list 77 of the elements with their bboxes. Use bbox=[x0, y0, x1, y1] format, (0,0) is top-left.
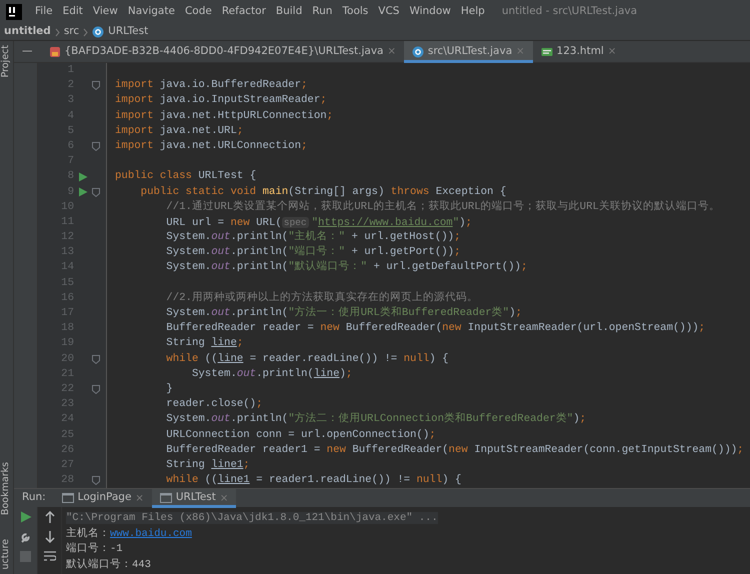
code-line: //2.用两种或两种以上的方法获取真实存在的网页上的源代码。 bbox=[165, 290, 478, 306]
menu-item[interactable]: Tools bbox=[337, 4, 374, 20]
console-icon bbox=[160, 493, 172, 503]
html-file-icon bbox=[540, 46, 553, 58]
code-line: while ((line1 = reader1.readLine()) != null) { bbox=[165, 473, 462, 488]
code-line: import java.net.URL; bbox=[114, 124, 244, 139]
code-line: System.out.println("主机名：" + url.getHost()); bbox=[165, 230, 460, 245]
code-line: System.out.println(line); bbox=[190, 366, 352, 382]
menu-item[interactable]: Edit bbox=[58, 4, 88, 20]
code-line: public class URLTest { bbox=[114, 169, 256, 184]
tool-window-tab[interactable]: ucture bbox=[0, 539, 14, 570]
editor-tab[interactable]: {BAFD3ADE-B32B-4406-8DD0-4FD942E07E4E}\URLTest.java × bbox=[40, 40, 404, 62]
menu-item[interactable]: File bbox=[30, 4, 58, 20]
code-line: URLConnection conn = url.openConnection(); bbox=[165, 428, 436, 442]
fold-icon[interactable] bbox=[92, 81, 100, 90]
editor-tab[interactable]: 123.html × bbox=[532, 40, 624, 62]
code-line: BufferedReader reader = new BufferedReader(new InputStreamReader(url.openStream())); bbox=[165, 321, 706, 336]
menu-item[interactable]: Window bbox=[404, 4, 456, 20]
code-line: System.out.println("默认端口号：" + url.getDefaultPort()); bbox=[165, 260, 528, 276]
code-line: reader.close(); bbox=[165, 397, 263, 412]
run-tab[interactable]: URLTest × bbox=[152, 488, 236, 508]
code-line: import java.net.HttpURLConnection; bbox=[114, 108, 334, 124]
console-line: 主机名： bbox=[66, 528, 110, 540]
console-icon bbox=[62, 493, 74, 503]
fold-icon[interactable] bbox=[92, 385, 100, 394]
code-line: String line1; bbox=[165, 458, 250, 473]
fold-icon[interactable] bbox=[92, 354, 100, 364]
menu-item[interactable]: Run bbox=[307, 4, 338, 20]
code-line: System.out.println("端口号：" + url.getPort()); bbox=[165, 245, 460, 260]
menu-item[interactable]: View bbox=[88, 4, 123, 20]
code-line: System.out.println("方法一：使用URL类和BufferedReader类"); bbox=[165, 306, 522, 321]
code-line: BufferedReader reader1 = new BufferedReader(new InputStreamReader(conn.getInputStream())); bbox=[165, 442, 744, 458]
tool-window-tab[interactable]: Project bbox=[0, 45, 14, 78]
tool-window-tab[interactable]: Bookmarks bbox=[0, 462, 14, 516]
code-line: import java.io.BufferedReader; bbox=[114, 78, 308, 94]
console-line: 默认端口号：443 bbox=[66, 558, 151, 570]
class-icon bbox=[92, 26, 104, 38]
breadcrumb-item[interactable]: src bbox=[64, 24, 80, 40]
code-line: URL url = new URL( spec "https://www.baidu.com"); bbox=[165, 216, 472, 230]
class-icon bbox=[412, 46, 424, 58]
fold-icon[interactable] bbox=[92, 476, 100, 486]
run-icon[interactable] bbox=[78, 187, 88, 198]
menu-item[interactable]: Help bbox=[456, 4, 490, 20]
console-link[interactable]: www.baidu.com bbox=[110, 528, 192, 540]
run-label: Run: bbox=[21, 490, 47, 506]
menu-item[interactable]: Navigate bbox=[122, 4, 180, 20]
run-icon[interactable] bbox=[20, 511, 32, 523]
up-arrow-icon[interactable] bbox=[44, 511, 54, 523]
run-tab[interactable]: LoginPage × bbox=[54, 488, 152, 508]
menu-item[interactable]: VCS bbox=[373, 4, 404, 20]
fold-icon[interactable] bbox=[92, 188, 100, 197]
down-arrow-icon[interactable] bbox=[44, 531, 54, 543]
editor-tab[interactable]: src\URLTest.java × bbox=[404, 40, 533, 62]
code-line: System.out.println("方法二：使用URLConnection类和BufferedReader类"); bbox=[165, 412, 586, 428]
window-title: untitled - src\URLTest.java bbox=[502, 4, 638, 20]
app-logo-icon bbox=[6, 4, 22, 20]
menu-item[interactable]: Refactor bbox=[216, 4, 271, 20]
code-line: //1.通过URL类设置某个网站，获取此URL的主机名；获取此URL的端口号；获取与此URL关联协议的默认端口号。 bbox=[165, 200, 720, 215]
breadcrumb-item[interactable]: untitled bbox=[4, 24, 51, 40]
java-file-icon bbox=[48, 46, 60, 58]
code-line: public static void main(String[] args) throws Exception { bbox=[140, 184, 506, 200]
run-icon[interactable] bbox=[78, 172, 88, 182]
code-line: } bbox=[165, 382, 173, 397]
fold-icon[interactable] bbox=[92, 142, 100, 152]
menu-item[interactable]: Build bbox=[270, 4, 308, 20]
menu-item[interactable]: Code bbox=[180, 4, 217, 20]
wrap-lines-icon[interactable] bbox=[44, 551, 56, 562]
code-line: while ((line = reader.readLine()) != null) { bbox=[165, 352, 449, 367]
console-line: 端口号：-1 bbox=[66, 543, 123, 555]
chevron-icon bbox=[54, 28, 60, 36]
code-line: import java.io.InputStreamReader; bbox=[114, 93, 327, 108]
code-line: import java.net.URLConnection; bbox=[114, 138, 308, 154]
chevron-icon bbox=[83, 28, 88, 36]
wrench-icon[interactable] bbox=[20, 531, 32, 543]
minimize-icon[interactable]: — bbox=[14, 44, 40, 60]
breadcrumb-item[interactable]: URLTest bbox=[108, 24, 148, 40]
code-line: String line; bbox=[165, 336, 244, 352]
